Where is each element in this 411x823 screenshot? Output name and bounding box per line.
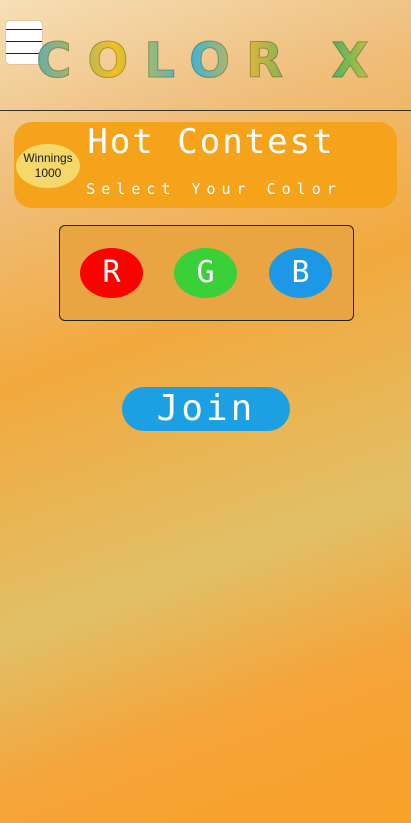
contest-subtitle: Select Your Color (86, 180, 342, 198)
app-title: COLOR X (0, 33, 411, 90)
hamburger-menu-icon (6, 29, 42, 30)
contest-card: Winnings 1000 Hot Contest Select Your Co… (14, 122, 397, 208)
header-divider (0, 110, 411, 111)
winnings-badge: Winnings 1000 (16, 144, 80, 188)
green-color-button[interactable]: G (174, 248, 237, 298)
contest-title: Hot Contest (87, 122, 335, 162)
winnings-amount: 1000 (34, 166, 62, 180)
red-color-button[interactable]: R (80, 248, 143, 298)
winnings-label: Winnings (23, 151, 73, 165)
join-button[interactable]: Join (122, 387, 290, 431)
blue-color-button[interactable]: B (269, 248, 332, 298)
color-picker: R G B (59, 225, 354, 321)
